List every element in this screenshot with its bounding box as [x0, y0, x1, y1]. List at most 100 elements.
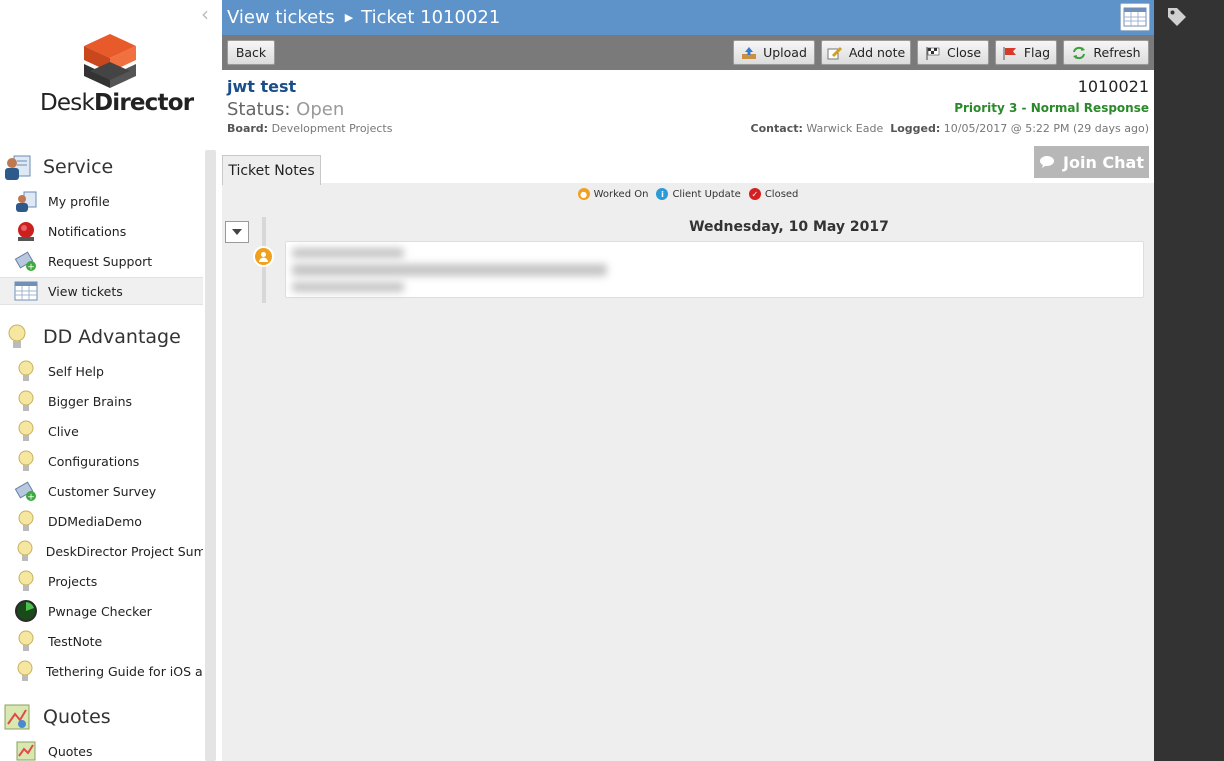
breadcrumb-view-tickets[interactable]: View tickets	[227, 7, 335, 28]
title-bar: View tickets ▶ Ticket 1010021	[222, 0, 1154, 35]
svg-text:+: +	[27, 263, 35, 273]
radar-icon	[13, 599, 39, 623]
ticket-number: 1010021	[1077, 77, 1149, 96]
section-title: Quotes	[43, 706, 111, 728]
section-service[interactable]: Service	[0, 151, 205, 183]
note-card[interactable]	[285, 241, 1144, 298]
tab-bar: Ticket Notes	[222, 153, 1154, 185]
sidebar-item-label: Pwnage Checker	[48, 603, 152, 619]
sidebar-item-label: Self Help	[48, 363, 104, 379]
alarm-icon	[13, 219, 39, 243]
info-icon: i	[656, 188, 669, 200]
note-icon	[827, 46, 842, 59]
person-icon: ●	[577, 188, 590, 200]
tab-ticket-notes[interactable]: Ticket Notes	[222, 155, 321, 185]
check-icon: ✓	[748, 188, 761, 200]
toolbar: Back Upload Add note Close Flag Refresh	[222, 35, 1154, 70]
sidebar-item-label: Clive	[48, 423, 79, 439]
quotes-icon	[13, 739, 39, 761]
sidebar-item-tethering-guide[interactable]: Tethering Guide for iOS anc	[0, 657, 203, 685]
main-content: View tickets ▶ Ticket 1010021 Back Uploa…	[222, 0, 1154, 761]
sidebar-item-label: Configurations	[48, 453, 140, 469]
section-quotes[interactable]: Quotes	[0, 701, 205, 733]
ticket-title: jwt test	[227, 77, 297, 96]
refresh-button[interactable]: Refresh	[1063, 40, 1149, 65]
section-dd-advantage[interactable]: DD Advantage	[0, 321, 205, 353]
logo-mark-icon	[84, 34, 136, 88]
lightbulb-icon	[0, 321, 34, 353]
quotes-icon	[0, 701, 34, 733]
sidebar-item-label: Bigger Brains	[48, 393, 133, 409]
sidebar-item-clive[interactable]: Clive	[0, 417, 203, 445]
sidebar-item-view-tickets[interactable]: View tickets	[0, 277, 203, 305]
redacted-text	[292, 248, 404, 258]
breadcrumb-separator-icon: ▶	[344, 11, 354, 24]
lightbulb-icon	[13, 419, 39, 443]
sidebar-item-pwnage-checker[interactable]: Pwnage Checker	[0, 597, 203, 625]
flag-button[interactable]: Flag	[995, 40, 1057, 65]
section-title: Service	[43, 156, 114, 178]
sidebar: ‹ DeskDirector Service My profile Notifi…	[0, 0, 217, 761]
flag-icon	[1003, 46, 1016, 60]
sidebar-item-my-profile[interactable]: My profile	[0, 187, 203, 215]
lightbulb-icon	[13, 509, 39, 533]
sidebar-item-testnote[interactable]: TestNote	[0, 627, 203, 655]
sidebar-item-label: View tickets	[48, 283, 123, 299]
sidebar-item-label: Notifications	[48, 223, 127, 239]
svg-text:+: +	[27, 493, 35, 503]
sidebar-item-request-support[interactable]: + Request Support	[0, 247, 203, 275]
redacted-text	[292, 282, 404, 292]
sidebar-item-bigger-brains[interactable]: Bigger Brains	[0, 387, 203, 415]
sidebar-item-label: My profile	[48, 193, 110, 209]
logo-text: DeskDirector	[40, 90, 194, 116]
legend-worked-on: ● Worked On	[577, 188, 648, 200]
sidebar-item-label: Customer Survey	[48, 483, 157, 499]
ticket-priority: Priority 3 - Normal Response	[954, 101, 1149, 115]
chat-bubble-icon	[1040, 156, 1055, 168]
sidebar-item-label: Quotes	[48, 743, 93, 759]
join-chat-button[interactable]: Join Chat	[1034, 146, 1149, 178]
lightbulb-icon	[13, 359, 39, 383]
ticket-status: Status: Open	[227, 99, 345, 120]
ticket-list-view-button[interactable]	[1120, 3, 1150, 31]
profile-icon	[13, 189, 39, 213]
sidebar-item-quotes[interactable]: Quotes	[0, 737, 203, 761]
refresh-icon	[1073, 46, 1086, 59]
ticket-add-icon: +	[13, 249, 39, 273]
ticket-board: Board: Development Projects	[227, 122, 393, 135]
sidebar-item-ddmediademo[interactable]: DDMediaDemo	[0, 507, 203, 535]
table-icon	[13, 279, 39, 303]
upload-button[interactable]: Upload	[733, 40, 815, 65]
ticket-header: jwt test Status: Open Board: Development…	[222, 70, 1154, 153]
worked-on-marker-icon	[253, 246, 274, 267]
collapse-sidebar-icon[interactable]: ‹	[201, 4, 217, 24]
sidebar-item-self-help[interactable]: Self Help	[0, 357, 203, 385]
tag-icon[interactable]	[1166, 6, 1188, 28]
legend-closed: ✓ Closed	[748, 188, 798, 200]
sidebar-item-label: DDMediaDemo	[48, 513, 142, 529]
redacted-text	[292, 264, 607, 276]
lightbulb-icon	[13, 449, 39, 473]
checkered-flag-icon	[926, 46, 940, 60]
breadcrumb-current: Ticket 1010021	[361, 7, 501, 28]
timeline-date: Wednesday, 10 May 2017	[689, 219, 889, 235]
sidebar-item-notifications[interactable]: Notifications	[0, 217, 203, 245]
lightbulb-icon	[13, 539, 37, 563]
sidebar-item-label: TestNote	[48, 633, 103, 649]
sidebar-item-configurations[interactable]: Configurations	[0, 447, 203, 475]
close-ticket-button[interactable]: Close	[917, 40, 989, 65]
service-icon	[0, 151, 34, 183]
section-title: DD Advantage	[43, 326, 181, 348]
sidebar-item-projects[interactable]: Projects	[0, 567, 203, 595]
back-button[interactable]: Back	[227, 40, 275, 65]
sidebar-item-customer-survey[interactable]: + Customer Survey	[0, 477, 203, 505]
table-icon	[1123, 7, 1147, 27]
lightbulb-icon	[13, 659, 37, 683]
sidebar-item-project-summary[interactable]: DeskDirector Project Summ	[0, 537, 203, 565]
sidebar-scrollbar[interactable]	[205, 150, 216, 761]
sidebar-item-label: DeskDirector Project Summ	[45, 543, 203, 559]
legend-client-update: i Client Update	[656, 188, 741, 200]
sidebar-item-label: Tethering Guide for iOS anc	[45, 663, 203, 679]
add-note-button[interactable]: Add note	[821, 40, 911, 65]
lightbulb-icon	[13, 389, 39, 413]
